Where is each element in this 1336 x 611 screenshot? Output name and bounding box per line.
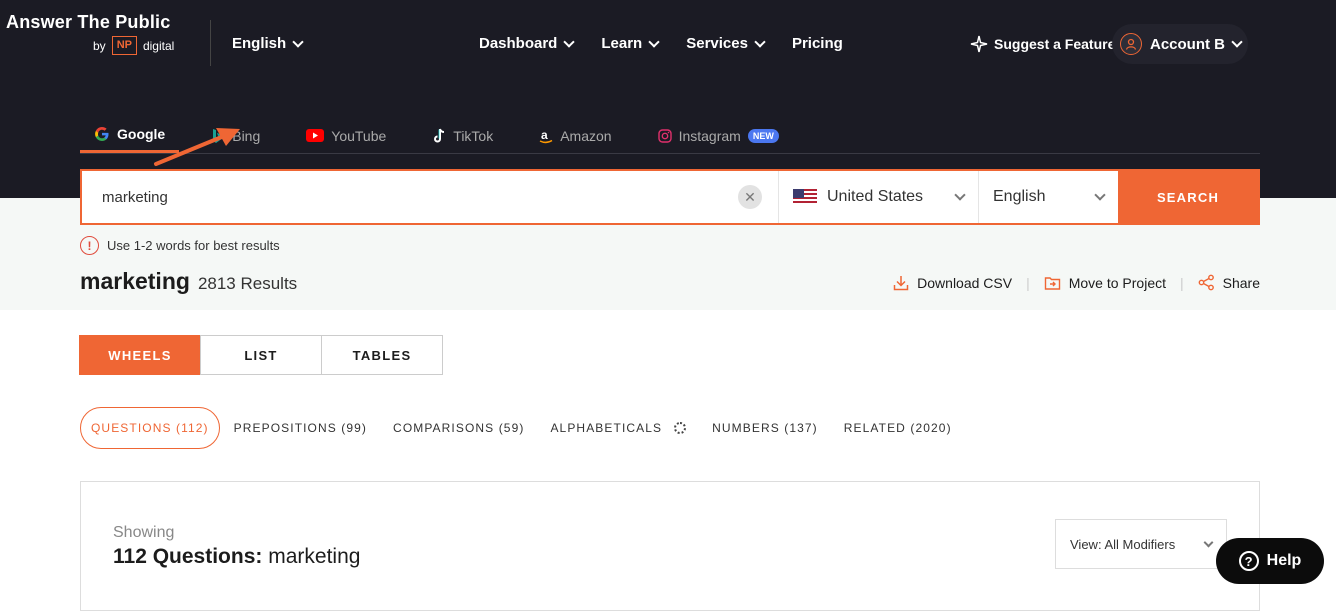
tab-tiktok-label: TikTok <box>453 127 494 144</box>
language-label: English <box>232 35 287 52</box>
us-flag-icon <box>793 189 817 205</box>
chevron-down-icon <box>754 35 766 48</box>
download-csv-label: Download CSV <box>917 274 1013 291</box>
action-divider: | <box>1180 274 1184 291</box>
share-icon <box>1198 274 1214 291</box>
tab-instagram[interactable]: Instagram NEW <box>644 118 793 153</box>
result-actions: Download CSV | Move to Project | Share <box>893 274 1260 291</box>
tab-tables[interactable]: TABLES <box>321 335 443 375</box>
view-select-label: View: All Modifiers <box>1070 536 1176 552</box>
suggest-label: Suggest a Feature <box>994 36 1116 52</box>
modifier-filters: QUESTIONS (112) PREPOSITIONS (99) COMPAR… <box>80 407 952 449</box>
chevron-down-icon <box>563 35 576 48</box>
main-nav: Dashboard Learn Services Pricing <box>479 35 843 52</box>
nav-dashboard[interactable]: Dashboard <box>479 35 576 52</box>
results-title: marketing 2813 Results <box>80 268 297 295</box>
logo[interactable]: Answer The Public <box>6 12 170 33</box>
logo-byline: by NP digital <box>93 36 174 55</box>
np-logo: NP <box>111 36 137 55</box>
search-hint: ! Use 1-2 words for best results <box>80 236 280 255</box>
share-button[interactable]: Share <box>1198 274 1260 291</box>
filter-related[interactable]: RELATED (2020) <box>844 421 952 435</box>
account-menu[interactable]: Account B <box>1112 24 1248 64</box>
filter-alphabeticals[interactable]: ALPHABETICALS <box>550 421 687 435</box>
move-to-project-label: Move to Project <box>1068 274 1166 291</box>
instagram-icon <box>657 128 672 143</box>
filter-questions[interactable]: QUESTIONS (112) <box>80 407 220 449</box>
filter-numbers[interactable]: NUMBERS (137) <box>712 421 818 435</box>
user-icon <box>1120 33 1142 55</box>
download-csv-button[interactable]: Download CSV <box>893 275 1012 291</box>
logo-digital-text: digital <box>142 38 175 53</box>
panel-title-keyword: marketing <box>262 545 361 568</box>
download-icon <box>893 275 909 290</box>
filter-alphabeticals-label: ALPHABETICALS <box>550 421 663 435</box>
nav-services-label: Services <box>686 35 748 52</box>
warning-icon: ! <box>80 236 99 255</box>
tab-wheels[interactable]: WHEELS <box>79 335 201 375</box>
showing-label: Showing <box>113 524 175 541</box>
result-count: 2813 Results <box>197 274 298 293</box>
logo-by-text: by <box>93 38 106 53</box>
account-label: Account B <box>1150 35 1225 53</box>
nav-services[interactable]: Services <box>686 35 766 52</box>
country-dropdown[interactable]: United States <box>778 171 978 223</box>
tab-tiktok[interactable]: TikTok <box>418 118 507 153</box>
search-engine-tabs: Google Bing YouTube TikTok a Amazon Inst… <box>80 118 1260 154</box>
search-input[interactable] <box>82 171 778 223</box>
move-to-project-button[interactable]: Move to Project <box>1044 275 1166 291</box>
chevron-down-icon <box>648 35 660 48</box>
folder-move-icon <box>1044 276 1060 290</box>
tab-amazon-label: Amazon <box>560 127 612 144</box>
view-modifiers-select[interactable]: View: All Modifiers <box>1055 519 1227 569</box>
svg-text:a: a <box>541 128 548 142</box>
share-label: Share <box>1222 274 1260 291</box>
question-icon: ? <box>1238 551 1259 571</box>
language-dropdown[interactable]: English <box>232 35 304 52</box>
action-divider: | <box>1026 274 1030 291</box>
view-toggle: WHEELS LIST TABLES <box>79 335 443 375</box>
google-icon <box>95 127 109 141</box>
nav-learn-label: Learn <box>601 35 643 52</box>
search-button[interactable]: SEARCH <box>1118 171 1258 223</box>
nav-dashboard-label: Dashboard <box>479 35 558 52</box>
tab-youtube-label: YouTube <box>331 127 387 144</box>
hint-text: Use 1-2 words for best results <box>107 238 280 253</box>
chevron-down-icon <box>1203 537 1214 547</box>
search-language-label: English <box>993 188 1046 205</box>
nav-pricing[interactable]: Pricing <box>792 35 843 52</box>
help-button[interactable]: ? Help <box>1216 538 1324 584</box>
logo-divider <box>210 20 211 66</box>
filter-comparisons[interactable]: COMPARISONS (59) <box>393 421 524 435</box>
search-bar: ✕ United States English SEARCH <box>80 169 1260 225</box>
chevron-down-icon <box>1231 36 1243 48</box>
panel-title-count: 112 Questions: <box>113 545 263 568</box>
nav-pricing-label: Pricing <box>791 35 843 52</box>
search-language-dropdown[interactable]: English <box>978 171 1118 223</box>
loading-spinner-icon <box>674 422 687 434</box>
new-badge: NEW <box>747 128 779 143</box>
filter-prepositions[interactable]: PREPOSITIONS (99) <box>234 421 367 435</box>
annotation-arrow-icon <box>154 128 240 166</box>
chevron-down-icon <box>954 189 966 201</box>
tab-youtube[interactable]: YouTube <box>292 118 400 153</box>
tab-instagram-label: Instagram <box>678 127 741 144</box>
chevron-down-icon <box>292 35 304 48</box>
chevron-down-icon <box>1094 189 1106 201</box>
tiktok-icon <box>434 128 445 142</box>
logo-title: Answer The Public <box>6 12 171 32</box>
suggest-feature-link[interactable]: Suggest a Feature <box>970 35 1115 53</box>
tab-amazon[interactable]: a Amazon <box>525 118 625 153</box>
results-panel: Showing 112 Questions: marketing View: A… <box>80 481 1260 611</box>
help-label: Help <box>1266 552 1302 569</box>
tab-list[interactable]: LIST <box>200 335 322 375</box>
country-label: United States <box>827 188 924 205</box>
nav-learn[interactable]: Learn <box>601 35 660 52</box>
sparkle-icon <box>970 35 988 53</box>
close-icon[interactable]: ✕ <box>738 185 762 209</box>
amazon-icon: a <box>539 128 553 143</box>
result-keyword: marketing <box>80 268 190 294</box>
youtube-icon <box>306 129 325 142</box>
panel-title: 112 Questions: marketing <box>113 545 360 569</box>
